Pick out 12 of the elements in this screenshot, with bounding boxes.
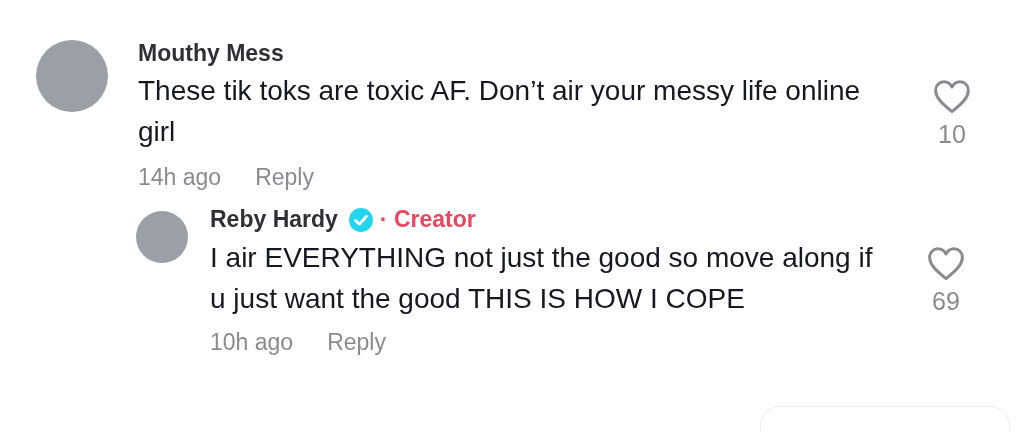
heart-icon[interactable] <box>932 78 972 114</box>
heart-icon[interactable] <box>926 244 966 281</box>
username[interactable]: Mouthy Mess <box>138 35 284 71</box>
avatar[interactable] <box>136 210 188 263</box>
like-count: 69 <box>932 285 960 317</box>
timestamp: 14h ago <box>138 163 222 192</box>
comment-text: I air EVERYTHING not just the good so move along if u just want the good THIS IS HOW I COPE <box>210 240 874 316</box>
like-count: 10 <box>938 119 966 150</box>
username[interactable]: Reby Hardy <box>210 202 338 237</box>
creator-label: · Creator <box>379 205 476 235</box>
comment-text: These tik toks are toxic AF. Don’t air your messy life online girl <box>138 74 862 149</box>
timestamp: 10h ago <box>210 327 294 357</box>
